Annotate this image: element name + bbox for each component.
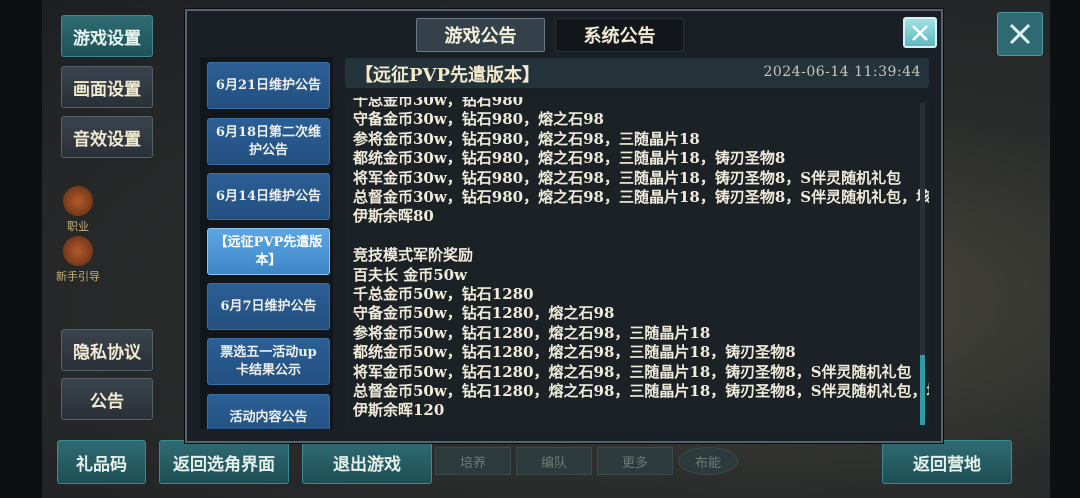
tutorial-icon — [63, 236, 93, 266]
content-line: 总督金币30w，钻石980，熔之石98，三随晶片18，铸刃圣物8，S伴灵随机礼包… — [353, 188, 929, 207]
tab-system-announcement[interactable]: 系统公告 — [555, 18, 684, 52]
class-icon — [63, 186, 93, 216]
announcement-item[interactable]: 票选五一活动up卡结果公示 — [207, 338, 330, 385]
content-line: 将军金币30w，钻石980，熔之石98，三随晶片18，铸刃圣物8，S伴灵随机礼包 — [353, 168, 902, 187]
return-camp-button[interactable]: 返回营地 — [882, 440, 1012, 484]
gift-code-button[interactable]: 礼品码 — [57, 440, 146, 484]
screen-edge-left — [0, 0, 42, 498]
announcement-content[interactable]: 千总金币30w，钻石980 守备金币30w，钻石980，熔之石98 参将金币30w，… — [345, 97, 929, 431]
screen-edge-right — [1050, 0, 1080, 498]
content-line: 守备金币30w，钻石980，熔之石98 — [353, 110, 604, 129]
sound-settings-button[interactable]: 音效设置 — [61, 116, 153, 158]
class-shortcut[interactable]: 职业 — [56, 186, 100, 234]
announcement-item-selected[interactable]: 【远征PVP先遣版本】 — [207, 228, 330, 275]
content-line: 总督金币50w，钻石1280，熔之石98，三随晶片18，铸刃圣物8，S伴灵随机礼… — [353, 382, 929, 401]
scrollbar-thumb[interactable] — [920, 355, 925, 425]
announcement-item[interactable]: 6月21日维护公告 — [207, 62, 330, 109]
announcement-header: 【远征PVP先遣版本】 2024-06-14 11:39:44 — [345, 58, 929, 88]
content-line: 竞技模式军阶奖励 — [353, 246, 474, 265]
settings-close-button[interactable] — [997, 12, 1043, 56]
tutorial-shortcut[interactable]: 新手引导 — [56, 236, 100, 284]
skills-tab: 布能 — [678, 447, 738, 475]
class-label: 职业 — [67, 220, 89, 233]
close-icon — [1009, 23, 1031, 45]
announcement-item[interactable]: 6月7日维护公告 — [207, 283, 330, 330]
content-line: 伊斯余晖120 — [353, 401, 445, 420]
display-settings-button[interactable]: 画面设置 — [61, 66, 153, 108]
content-line: 千总金币50w，钻石1280 — [353, 285, 534, 304]
dialog-close-button[interactable] — [903, 17, 937, 48]
announcement-item[interactable]: 6月18日第二次维护公告 — [207, 118, 330, 165]
formation-tab: 编队 — [516, 447, 592, 475]
announcement-dialog: 游戏公告 系统公告 6月21日维护公告 6月18日第二次维护公告 6月14日维护… — [185, 9, 943, 443]
content-line: 参将金币30w，钻石980，熔之石98，三随晶片18 — [353, 129, 700, 148]
announcement-item[interactable]: 6月14日维护公告 — [207, 173, 330, 220]
announcement-text: 千总金币30w，钻石980 守备金币30w，钻石980，熔之石98 参将金币30w，… — [353, 97, 929, 421]
train-tab: 培养 — [435, 447, 511, 475]
content-line: 将军金币50w，钻石1280，熔之石98，三随晶片18，铸刃圣物8，S伴灵随机礼… — [353, 362, 912, 381]
content-line: 伊斯余晖80 — [353, 207, 434, 226]
content-line: 参将金币50w，钻石1280，熔之石98，三随晶片18 — [353, 323, 711, 342]
tab-game-announcement[interactable]: 游戏公告 — [416, 18, 545, 52]
announcement-item[interactable]: 活动内容公告 — [207, 394, 330, 429]
return-character-select-button[interactable]: 返回选角界面 — [159, 440, 289, 484]
tutorial-label: 新手引导 — [56, 270, 100, 283]
announcement-date: 2024-06-14 11:39:44 — [763, 64, 921, 80]
announcement-list[interactable]: 6月21日维护公告 6月18日第二次维护公告 6月14日维护公告 【远征PVP先… — [200, 57, 333, 429]
announcement-button[interactable]: 公告 — [61, 378, 153, 420]
content-line — [353, 227, 911, 246]
content-line: 都统金币50w，钻石1280，熔之石98，三随晶片18，铸刃圣物8 — [353, 343, 796, 362]
game-settings-button[interactable]: 游戏设置 — [61, 15, 153, 57]
content-line: 守备金币50w，钻石1280，熔之石98 — [353, 304, 615, 323]
announcement-title: 【远征PVP先遣版本】 — [355, 65, 541, 86]
content-line: 都统金币30w，钻石980，熔之石98，三随晶片18，铸刃圣物8 — [353, 149, 786, 168]
exit-game-button[interactable]: 退出游戏 — [302, 440, 432, 484]
content-line: 千总金币30w，钻石980 — [353, 97, 524, 109]
more-tab: 更多 — [597, 447, 673, 475]
privacy-policy-button[interactable]: 隐私协议 — [61, 329, 153, 371]
close-icon — [912, 24, 928, 41]
content-line: 百夫长 金币50w — [353, 265, 468, 284]
